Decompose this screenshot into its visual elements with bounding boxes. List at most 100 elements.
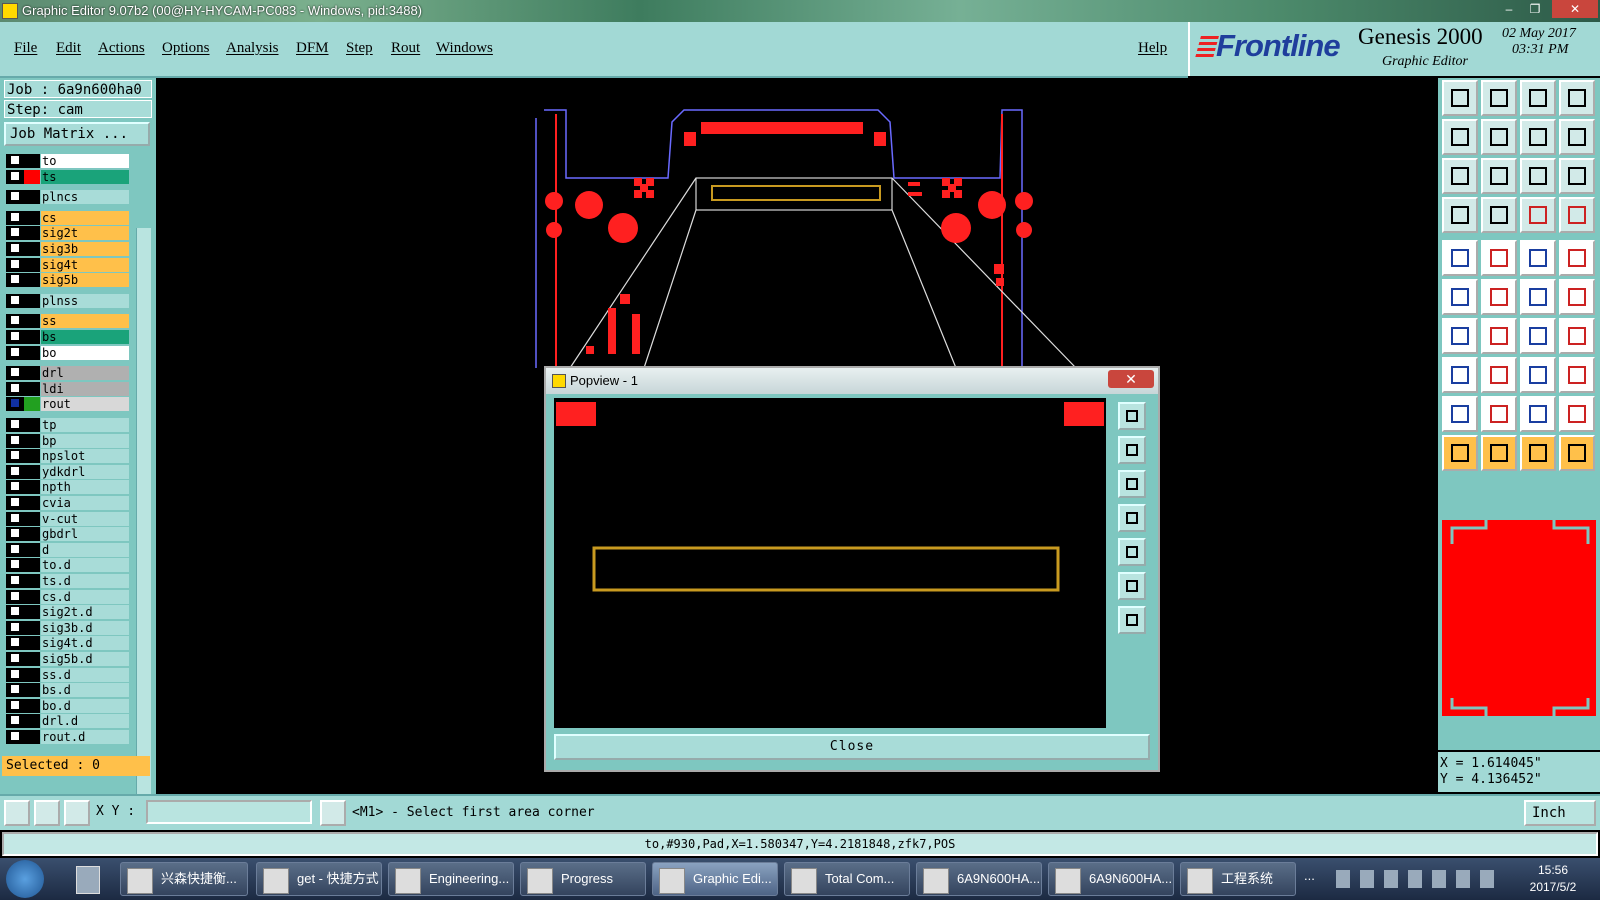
menu-help[interactable]: Help <box>1138 40 1167 57</box>
taskbar-item[interactable]: 6A9N600HA... <box>1048 862 1174 896</box>
layer-row[interactable]: gbdrl <box>6 527 129 542</box>
layer-row[interactable]: rout <box>6 397 129 412</box>
fit-all-icon[interactable] <box>1481 158 1517 194</box>
pad-move-icon[interactable] <box>1442 357 1478 393</box>
layer-row[interactable]: ss <box>6 314 129 329</box>
taskbar-item[interactable]: Progress <box>520 862 646 896</box>
info-icon[interactable] <box>320 800 346 826</box>
line-extend-icon[interactable] <box>1559 279 1595 315</box>
job-matrix-button[interactable]: Job Matrix ... <box>4 122 150 146</box>
line-add-icon[interactable] <box>1520 279 1556 315</box>
layer-color-swatch[interactable] <box>24 730 40 744</box>
layer-checkbox[interactable] <box>6 257 24 272</box>
clock[interactable]: 15:56 2017/5/2 <box>1508 862 1598 896</box>
grid-icon[interactable] <box>1481 197 1517 233</box>
layer-row[interactable]: npslot <box>6 449 129 464</box>
layer-row[interactable]: d <box>6 542 129 557</box>
connect-icon[interactable] <box>1442 279 1478 315</box>
layer-row[interactable]: ydkdrl <box>6 464 129 479</box>
scale-1-2-icon[interactable] <box>1520 158 1556 194</box>
dimension-icon[interactable] <box>1520 357 1556 393</box>
layer-checkbox[interactable] <box>6 558 24 573</box>
unit-selector[interactable]: Inch <box>1524 800 1596 826</box>
layer-color-swatch[interactable] <box>24 345 40 360</box>
layer-row[interactable]: to <box>6 154 129 168</box>
popview-close-button[interactable]: Close <box>554 734 1150 760</box>
triangle-3-icon[interactable] <box>1520 396 1556 432</box>
layer-row[interactable]: plncs <box>6 190 129 205</box>
pad-select-icon[interactable] <box>1442 240 1478 276</box>
layer-checkbox[interactable] <box>6 345 24 360</box>
circle-fill-icon[interactable] <box>1559 240 1595 276</box>
pan-down-icon[interactable] <box>1118 470 1146 498</box>
layer-color-swatch[interactable] <box>24 366 40 381</box>
layer-checkbox[interactable] <box>6 242 24 256</box>
layer-checkbox[interactable] <box>6 527 24 542</box>
layer-row[interactable]: ts.d <box>6 574 129 588</box>
layer-row[interactable]: sig5b.d <box>6 652 129 666</box>
layer-checkbox[interactable] <box>6 605 24 620</box>
taskbar-item[interactable]: get - 快捷方式 <box>256 862 382 896</box>
layer-color-swatch[interactable] <box>24 449 40 464</box>
layer-color-swatch[interactable] <box>24 242 40 256</box>
copy-icon[interactable] <box>1559 357 1595 393</box>
angle-mode-icon[interactable] <box>34 800 60 826</box>
layer-color-swatch[interactable] <box>24 190 40 205</box>
layer-color-swatch[interactable] <box>24 210 40 225</box>
layer-checkbox[interactable] <box>6 366 24 381</box>
slash-red-icon[interactable] <box>1442 318 1478 354</box>
layer-row[interactable]: sig2t <box>6 226 129 241</box>
taskbar-item[interactable]: Total Com... <box>784 862 910 896</box>
layer-row[interactable]: v-cut <box>6 511 129 526</box>
layer-color-swatch[interactable] <box>24 496 40 510</box>
layer-color-swatch[interactable] <box>24 574 40 588</box>
layer-color-swatch[interactable] <box>24 683 40 698</box>
undo-zoom-icon[interactable] <box>1520 119 1556 155</box>
layer-row[interactable]: npth <box>6 480 129 495</box>
layer-color-swatch[interactable] <box>24 527 40 542</box>
layer-checkbox[interactable] <box>6 169 24 184</box>
layer-checkbox[interactable] <box>6 210 24 225</box>
triangle-4-icon[interactable] <box>1559 396 1595 432</box>
popview-canvas[interactable] <box>554 398 1106 728</box>
layer-row[interactable]: ss.d <box>6 667 129 682</box>
layer-checkbox[interactable] <box>6 496 24 510</box>
zoom-window-icon[interactable] <box>1118 402 1146 430</box>
layer-checkbox[interactable] <box>6 480 24 495</box>
measure-icon[interactable] <box>1442 197 1478 233</box>
layer-row[interactable]: to.d <box>6 558 129 573</box>
layer-color-swatch[interactable] <box>24 714 40 729</box>
layer-checkbox[interactable] <box>6 154 24 168</box>
redo-zoom-icon[interactable] <box>1559 119 1595 155</box>
layer-color-swatch[interactable] <box>24 433 40 448</box>
layer-swap-icon[interactable] <box>1559 197 1595 233</box>
layer-checkbox[interactable] <box>6 667 24 682</box>
taskbar-item[interactable]: 工程系统 <box>1180 862 1296 896</box>
menu-rout[interactable]: Rout <box>391 40 420 57</box>
layer-color-swatch[interactable] <box>24 226 40 241</box>
feature-icon[interactable] <box>1559 318 1595 354</box>
cross-icon[interactable] <box>1481 279 1517 315</box>
layer-row[interactable]: sig3b.d <box>6 620 129 635</box>
pan-down-icon[interactable] <box>1481 80 1517 116</box>
menu-edit[interactable]: Edit <box>56 40 81 57</box>
layer-checkbox[interactable] <box>6 226 24 241</box>
layer-checkbox[interactable] <box>6 683 24 698</box>
pan-right-icon[interactable] <box>1118 538 1146 566</box>
pan-right-icon[interactable] <box>1481 119 1517 155</box>
close-window-button[interactable]: ✕ <box>1552 0 1598 18</box>
layer-row[interactable]: bs.d <box>6 683 129 698</box>
triangle-1-icon[interactable] <box>1442 396 1478 432</box>
pan-left-icon[interactable] <box>1442 119 1478 155</box>
pointer-select-icon[interactable] <box>1481 435 1517 471</box>
layer-color-swatch[interactable] <box>24 636 40 651</box>
layer-row[interactable]: cs <box>6 210 129 225</box>
layer-color-swatch[interactable] <box>24 418 40 432</box>
xy-input[interactable] <box>146 800 312 824</box>
taskbar-item[interactable]: Engineering... <box>388 862 514 896</box>
layer-color-swatch[interactable] <box>24 397 40 412</box>
pointer-move-icon[interactable] <box>1559 435 1595 471</box>
tray-overflow[interactable]: ... <box>1304 868 1315 883</box>
layer-checkbox[interactable] <box>6 418 24 432</box>
menu-step[interactable]: Step <box>346 40 373 57</box>
